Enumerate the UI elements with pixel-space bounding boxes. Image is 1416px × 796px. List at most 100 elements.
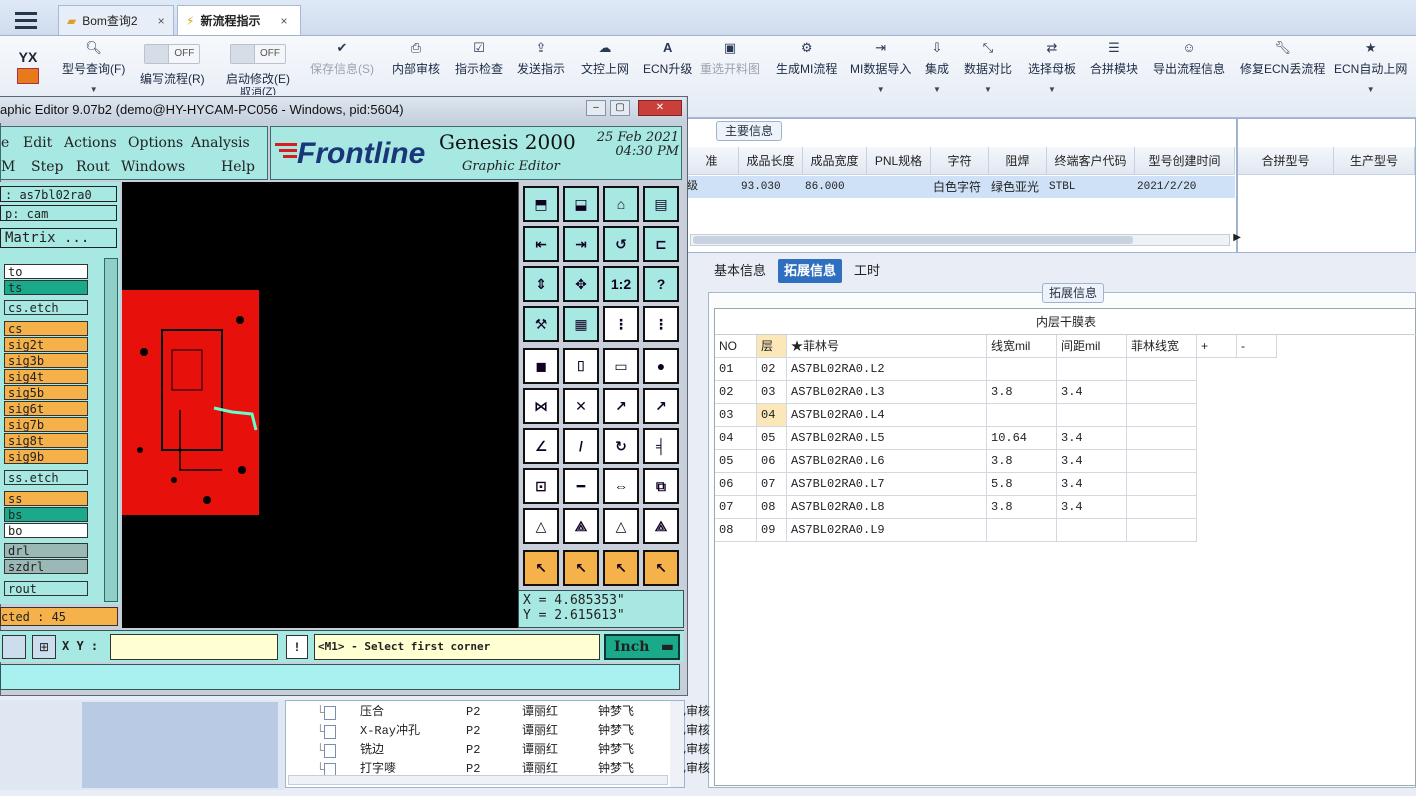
reselect-cutting-button[interactable]: ▣ 重选开料图 <box>700 38 760 98</box>
table-cell[interactable] <box>1127 473 1197 496</box>
table-cell[interactable] <box>1127 427 1197 450</box>
arrow-alt-icon[interactable]: ↗ <box>643 388 679 424</box>
table-cell[interactable]: 3.8 <box>987 381 1057 404</box>
mirror-icon[interactable]: ╡ <box>643 428 679 464</box>
table-cell[interactable]: 03 <box>715 404 757 427</box>
circle-icon[interactable]: ● <box>643 348 679 384</box>
layer-ss-etch[interactable]: ss.etch <box>4 470 88 485</box>
column-header[interactable]: 准 <box>685 147 739 175</box>
tab-basic-info[interactable]: 基本信息 <box>708 259 772 283</box>
start-modify-toggle[interactable]: OFF 启动修改(E) 取消(Z) <box>226 38 290 98</box>
ruler-icon[interactable]: ▭ <box>603 348 639 384</box>
table-cell[interactable]: AS7BL02RA0.L6 <box>787 450 987 473</box>
center-icon[interactable]: ✥ <box>563 266 599 302</box>
arc-alt-icon[interactable]: ⟁ <box>643 508 679 544</box>
send-instruction-button[interactable]: ⇪ 发送指示 <box>517 38 565 98</box>
menu-rout[interactable]: Rout <box>76 159 110 175</box>
table-cell[interactable]: AS7BL02RA0.L7 <box>787 473 987 496</box>
measure-icon[interactable]: ⇔ <box>603 468 639 504</box>
layer-sig4t[interactable]: sig4t <box>4 369 88 384</box>
column-header[interactable]: 层 <box>757 335 787 358</box>
table-cell[interactable]: AS7BL02RA0.L3 <box>787 381 987 404</box>
table-cell[interactable] <box>1127 381 1197 404</box>
menu-windows[interactable]: Windows <box>121 159 185 175</box>
table-cell[interactable]: 3.8 <box>987 450 1057 473</box>
pointer-node-icon[interactable]: ↖ <box>643 550 679 586</box>
menu-options[interactable]: Options <box>128 135 183 151</box>
xy-input[interactable] <box>110 634 278 660</box>
table-cell[interactable]: 05 <box>715 450 757 473</box>
pad-icon[interactable]: ◼ <box>523 348 559 384</box>
dash-icon[interactable]: ━ <box>563 468 599 504</box>
integrate-button[interactable]: ⇩ 集成 ▼ <box>925 38 949 98</box>
table-cell[interactable]: 01 <box>715 358 757 381</box>
settings-icon[interactable]: ⚒ <box>523 306 559 342</box>
table-cell[interactable]: 03 <box>757 381 787 404</box>
tab-work-hours[interactable]: 工时 <box>848 259 886 283</box>
doc-upload-button[interactable]: ☁ 文控上网 <box>581 38 629 98</box>
measure-icon[interactable] <box>2 635 26 659</box>
slash-icon[interactable]: / <box>563 428 599 464</box>
layer-cs[interactable]: cs <box>4 321 88 336</box>
flow-cell[interactable]: 谭丽红 <box>522 722 558 740</box>
column-header[interactable]: 生产型号 <box>1334 147 1415 175</box>
instruction-check-button[interactable]: ☑ 指示检查 <box>455 38 503 98</box>
tab-extended-info[interactable]: 拓展信息 <box>778 259 843 283</box>
flow-cell[interactable]: 铣边 <box>360 741 384 759</box>
horizontal-scrollbar[interactable]: ▶ <box>690 232 1241 246</box>
layer-sig7b[interactable]: sig7b <box>4 417 88 432</box>
column-header[interactable]: NO <box>715 335 757 358</box>
table-cell[interactable] <box>1057 358 1127 381</box>
table-cell[interactable]: 07 <box>715 496 757 519</box>
layer-sig8t[interactable]: sig8t <box>4 433 88 448</box>
layer-rout[interactable]: rout <box>4 581 88 596</box>
column-header[interactable]: 成品长度 <box>739 147 803 175</box>
layer-bs[interactable]: bs <box>4 507 88 522</box>
table-cell[interactable]: 3.4 <box>1057 381 1127 404</box>
column-header[interactable]: PNL规格 <box>867 147 931 175</box>
triangle-icon[interactable]: △ <box>523 508 559 544</box>
menu-analysis[interactable]: Analysis <box>191 135 250 151</box>
hamburger-menu-icon[interactable] <box>6 6 46 34</box>
table-cell[interactable]: 5.8 <box>987 473 1057 496</box>
export-flow-button[interactable]: ☺ 导出流程信息 <box>1153 38 1225 98</box>
table-cell[interactable]: AS7BL02RA0.L5 <box>787 427 987 450</box>
table-cell[interactable]: AS7BL02RA0.L4 <box>787 404 987 427</box>
save-info-button[interactable]: ✔ 保存信息(S) <box>310 38 374 98</box>
column-header[interactable]: 间距mil <box>1057 335 1127 358</box>
column-header[interactable]: 字符 <box>931 147 989 175</box>
line-icon[interactable]: ⌷ <box>563 348 599 384</box>
column-header[interactable]: 菲林线宽 <box>1127 335 1197 358</box>
table-cell[interactable]: 08 <box>757 496 787 519</box>
table-cell[interactable]: 3.4 <box>1057 450 1127 473</box>
flow-cell[interactable]: 压合 <box>360 703 384 721</box>
column-header[interactable]: 阻焊 <box>989 147 1047 175</box>
layer-szdrl[interactable]: szdrl <box>4 559 88 574</box>
close-icon[interactable]: × <box>158 14 165 28</box>
table-cell[interactable]: 06 <box>715 473 757 496</box>
ecn-auto-upload-button[interactable]: ★ ECN自动上网 ▼ <box>1334 38 1407 98</box>
matrix-button[interactable]: Matrix ... <box>0 228 117 248</box>
layer-sig9b[interactable]: sig9b <box>4 449 88 464</box>
menu-actions[interactable]: Actions <box>64 135 117 151</box>
column-header[interactable]: 成品宽度 <box>803 147 867 175</box>
flow-cell[interactable]: P2 <box>466 703 480 721</box>
tab-new-flow[interactable]: ⚡ 新流程指示 × <box>177 5 301 35</box>
column-header[interactable]: 型号创建时间 <box>1135 147 1235 175</box>
flow-cell[interactable]: 谭丽红 <box>522 741 558 759</box>
help-icon[interactable]: ? <box>643 266 679 302</box>
menu-file[interactable]: e <box>1 135 9 151</box>
arc-icon[interactable]: △ <box>603 508 639 544</box>
arrow-icon[interactable]: ↗ <box>603 388 639 424</box>
table-cell[interactable]: 04 <box>757 404 787 427</box>
step-name[interactable]: p: cam <box>0 205 117 221</box>
table-cell[interactable]: 10.64 <box>987 427 1057 450</box>
layer-ss[interactable]: ss <box>4 491 88 506</box>
layer-sig2t[interactable]: sig2t <box>4 337 88 352</box>
table-cell[interactable] <box>987 519 1057 542</box>
select-motherboard-button[interactable]: ⇄ 选择母板 ▼ <box>1028 38 1076 98</box>
table-cell[interactable]: AS7BL02RA0.L2 <box>787 358 987 381</box>
column-header[interactable]: 线宽mil <box>987 335 1057 358</box>
flow-cell[interactable]: P2 <box>466 741 480 759</box>
ecn-upgrade-button[interactable]: A ECN升级 <box>643 38 692 98</box>
